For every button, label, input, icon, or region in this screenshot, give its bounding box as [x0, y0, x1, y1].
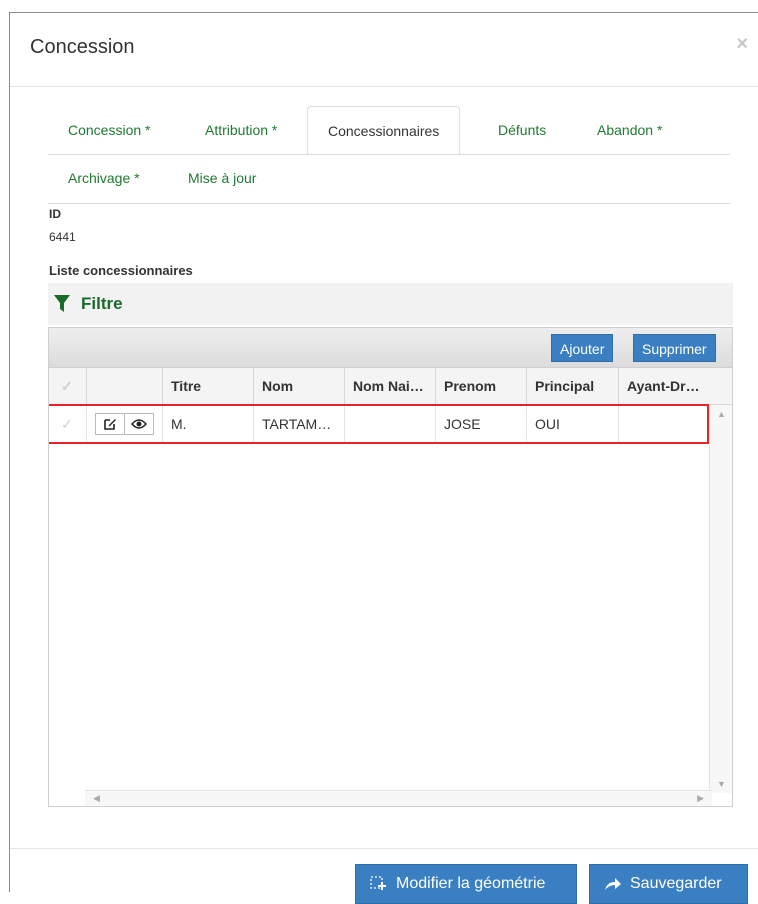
save-label: Sauvegarder	[630, 875, 722, 892]
column-header-ayant-droit[interactable]: Ayant-Dr…	[619, 368, 732, 404]
modal-header: Concession ×	[10, 13, 758, 87]
check-icon: ✓	[61, 416, 73, 432]
id-value: 6441	[49, 230, 76, 244]
modify-geometry-button[interactable]: Modifier la géométrie	[355, 864, 577, 904]
save-button[interactable]: Sauvegarder	[589, 864, 748, 904]
check-icon: ✓	[61, 378, 73, 394]
tab-attribution[interactable]: Attribution *	[185, 106, 297, 154]
row-checkbox[interactable]: ✓	[49, 405, 87, 443]
tab-concessionnaires[interactable]: Concessionnaires	[307, 106, 461, 155]
modal-title: Concession	[30, 36, 135, 58]
concessionnaires-grid: Ajouter Supprimer ✓ Titre Nom Nom Nai… P…	[48, 327, 733, 807]
filter-label: Filtre	[81, 294, 123, 313]
cell-nom: TARTAM…	[254, 405, 345, 443]
column-header-nom[interactable]: Nom	[254, 368, 345, 404]
row-actions	[87, 405, 163, 443]
column-header-titre[interactable]: Titre	[163, 368, 254, 404]
table-row[interactable]: ✓ M. TARTAM… JOSE OUI	[49, 405, 709, 444]
column-header-principal[interactable]: Principal	[527, 368, 619, 404]
vertical-scrollbar[interactable]: ▲ ▼	[709, 405, 732, 793]
eye-icon	[131, 419, 147, 429]
scroll-up-icon[interactable]: ▲	[717, 409, 726, 419]
concession-modal: Concession × Concession * Attribution * …	[9, 12, 758, 904]
add-button[interactable]: Ajouter	[551, 334, 614, 362]
tab-mise-a-jour[interactable]: Mise à jour	[168, 154, 276, 202]
grid-header: ✓ Titre Nom Nom Nai… Prenom Principal Ay…	[49, 368, 732, 405]
scroll-left-icon[interactable]: ◀	[93, 793, 100, 804]
edit-icon[interactable]	[95, 413, 125, 435]
edit-icon	[104, 419, 116, 430]
cell-ayant-droit	[619, 405, 709, 443]
scroll-down-icon[interactable]: ▼	[717, 779, 726, 789]
filter-icon	[54, 295, 70, 312]
tab-defunts[interactable]: Défunts	[478, 106, 566, 154]
tab-bar: Concession * Attribution * Concessionnai…	[48, 106, 730, 204]
cell-principal: OUI	[527, 405, 619, 443]
tab-archivage[interactable]: Archivage *	[48, 154, 160, 202]
filter-bar[interactable]: Filtre	[48, 283, 733, 325]
view-icon[interactable]	[124, 413, 154, 435]
horizontal-scrollbar[interactable]: ◀ ▶	[85, 790, 712, 806]
actions-header	[87, 368, 163, 404]
modify-geometry-label: Modifier la géométrie	[396, 875, 546, 892]
column-header-nom-naissance[interactable]: Nom Nai…	[345, 368, 436, 404]
tab-abandon[interactable]: Abandon *	[577, 106, 682, 154]
cell-titre: M.	[163, 405, 254, 443]
cell-prenom: JOSE	[436, 405, 527, 443]
delete-button[interactable]: Supprimer	[633, 334, 716, 362]
cell-nom-naissance	[345, 405, 436, 443]
grid-toolbar: Ajouter Supprimer	[49, 328, 732, 368]
modal-footer: Modifier la géométrie Sauvegarder	[10, 848, 758, 904]
close-icon[interactable]: ×	[736, 33, 748, 56]
geometry-icon	[370, 876, 386, 890]
column-header-prenom[interactable]: Prenom	[436, 368, 527, 404]
list-title: Liste concessionnaires	[49, 263, 193, 278]
share-arrow-icon	[605, 878, 621, 890]
id-label: ID	[49, 207, 61, 221]
tab-concession[interactable]: Concession *	[48, 106, 171, 154]
scroll-right-icon[interactable]: ▶	[697, 793, 704, 804]
select-all-checkbox[interactable]: ✓	[49, 368, 87, 404]
